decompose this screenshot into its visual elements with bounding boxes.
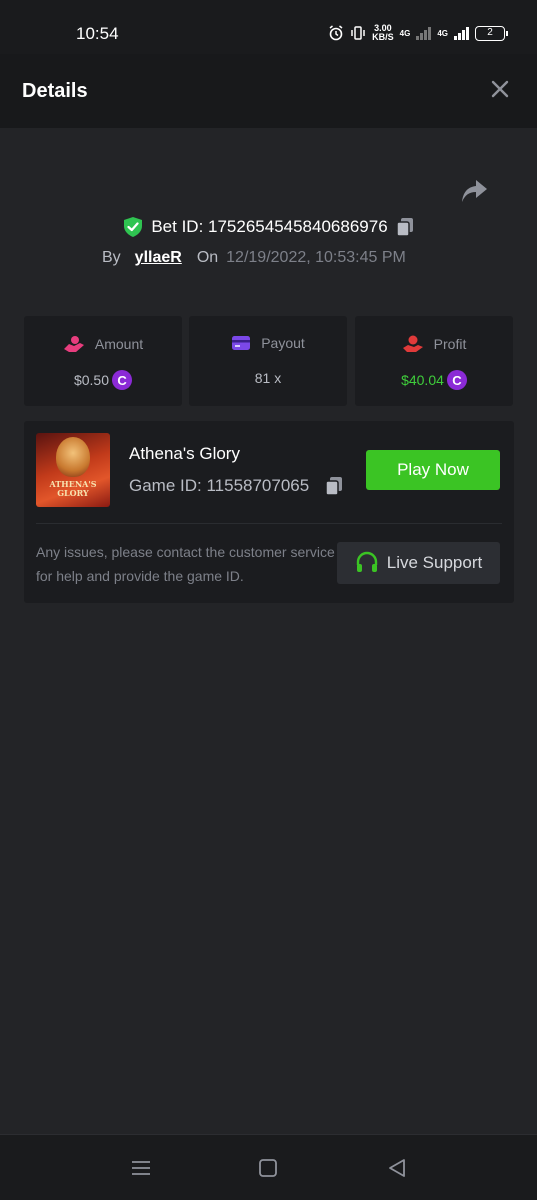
bet-id: Bet ID: 1752654545840686976: [151, 217, 388, 236]
headset-icon: [356, 551, 377, 572]
status-time: 10:54: [76, 24, 119, 43]
page-title: Details: [22, 80, 88, 102]
signal-icon: [416, 26, 432, 40]
vibrate-icon: [351, 26, 365, 40]
profit-card: Profit $40.04 C: [355, 316, 513, 406]
support-info-text: Any issues, please contact the customer …: [36, 544, 335, 584]
payout-label: Payout: [261, 335, 305, 351]
bet-id-row: Bet ID: 1752654545840686976: [0, 216, 537, 238]
profit-value: $40.04: [401, 372, 444, 388]
payout-value: 81 x: [254, 370, 282, 386]
username-link[interactable]: yllaeR: [135, 249, 182, 267]
game-thumbnail-title: ATHENA'S GLORY: [49, 479, 97, 498]
coin-icon: C: [112, 370, 133, 390]
net-type-label: 4G: [399, 28, 411, 38]
amount-value: $0.50: [73, 372, 110, 388]
copy-icon[interactable]: [325, 476, 343, 496]
play-now-button[interactable]: Play Now: [366, 450, 500, 490]
game-thumbnail[interactable]: ATHENA'S GLORY: [36, 433, 110, 507]
bet-date: 12/19/2022, 10:53:45 PM: [226, 249, 406, 266]
amount-label: Amount: [94, 336, 144, 352]
live-support-label: Live Support: [386, 553, 483, 572]
divider: [36, 523, 502, 524]
game-id-row: Game ID: 11558707065: [129, 476, 343, 496]
status-bar: 10:54 3.00 KB/S 4G 4G 2: [0, 0, 537, 54]
profit-label: Profit: [433, 336, 467, 352]
close-icon[interactable]: [489, 78, 511, 100]
game-name: Athena's Glory: [129, 444, 240, 463]
payout-card: Payout 81 x: [189, 316, 347, 406]
copy-icon[interactable]: [395, 217, 414, 237]
back-icon[interactable]: [386, 1157, 408, 1179]
net-speed: 3.00 KB/S: [372, 23, 394, 42]
live-support-button[interactable]: Live Support: [337, 542, 500, 584]
game-card: ATHENA'S GLORY Athena's Glory Game ID: 1…: [24, 421, 514, 603]
money-hand-icon: [402, 335, 423, 352]
game-id: Game ID: 11558707065: [129, 476, 310, 495]
card-icon: [232, 336, 251, 350]
details-header: Details: [0, 54, 537, 128]
coin-icon: C: [446, 370, 467, 390]
bet-meta-row: By yllaeR On 12/19/2022, 10:53:45 PM: [102, 249, 406, 267]
by-label: By: [102, 249, 121, 266]
battery-icon: 2: [475, 25, 508, 41]
amount-card: Amount $0.50 C: [24, 316, 182, 406]
shield-check-icon: [124, 217, 143, 237]
hand-coins-icon: [63, 336, 84, 352]
menu-icon[interactable]: [130, 1157, 152, 1179]
alarm-icon: [329, 25, 343, 41]
net-type-label: 4G: [437, 28, 448, 38]
share-icon[interactable]: [460, 178, 488, 204]
home-icon[interactable]: [257, 1157, 279, 1179]
on-label: On: [196, 249, 219, 266]
signal-icon: [454, 26, 469, 40]
system-nav-bar: [0, 1134, 537, 1200]
status-icons: 3.00 KB/S 4G 4G 2: [328, 23, 508, 42]
